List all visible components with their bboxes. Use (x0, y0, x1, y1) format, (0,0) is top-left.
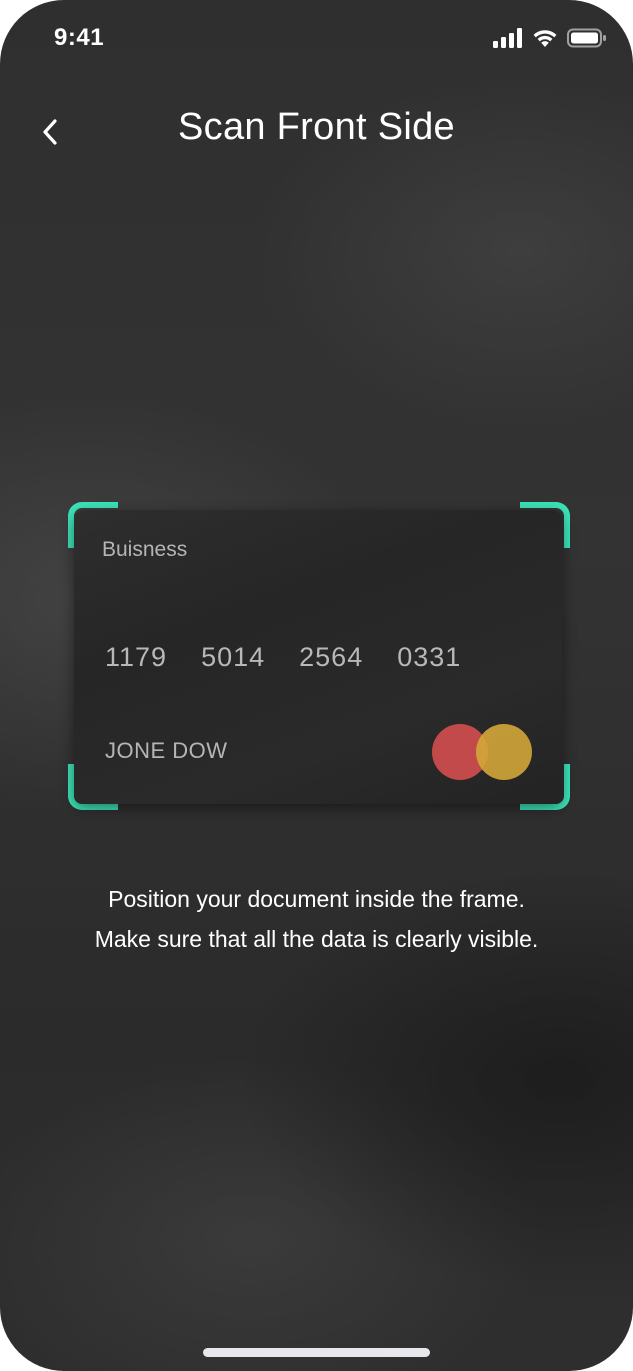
card-number: 1179 5014 2564 0331 (105, 642, 461, 673)
cellular-signal-icon (493, 28, 523, 53)
card-number-group: 1179 (105, 642, 168, 672)
instruction-text-line-2: Make sure that all the data is clearly v… (94, 926, 539, 952)
header: Scan Front Side (0, 100, 633, 164)
credit-card-preview: Buisness 1179 5014 2564 0331 JONE DOW (74, 510, 562, 804)
phone-screen: 9:41 Scan Front Side Buisness 1179 5014 … (0, 0, 633, 1371)
status-bar: 9:41 (0, 0, 633, 80)
mastercard-logo-icon (432, 724, 536, 782)
instruction-text-line-1: Position your document inside the frame. (108, 886, 525, 912)
status-icons (493, 28, 607, 53)
home-indicator[interactable] (203, 1348, 430, 1357)
status-time: 9:41 (54, 24, 105, 51)
wifi-icon (531, 28, 559, 53)
card-type-label: Buisness (102, 538, 188, 561)
card-number-group: 5014 (201, 642, 266, 672)
page-title: Scan Front Side (178, 106, 455, 148)
battery-icon (567, 28, 607, 53)
mastercard-yellow-circle (476, 724, 532, 780)
card-number-group: 2564 (299, 642, 364, 672)
card-number-group: 0331 (397, 642, 462, 672)
card-holder-name: JONE DOW (105, 738, 228, 763)
